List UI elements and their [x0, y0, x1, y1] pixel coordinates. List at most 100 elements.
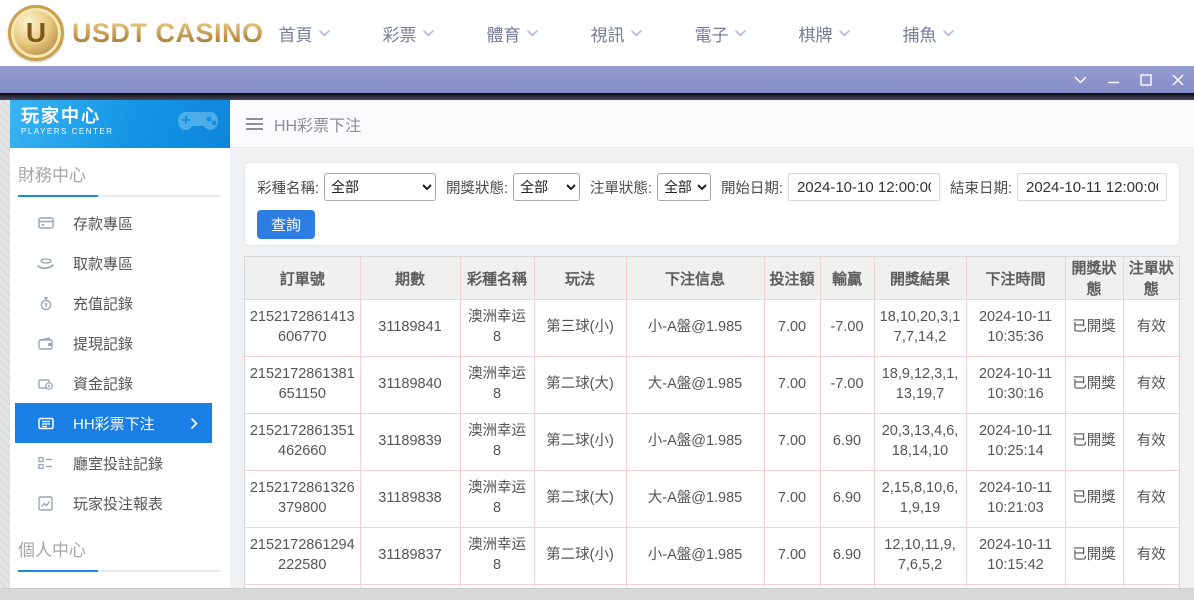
- bets-table: 訂單號 期數 彩種名稱 玩法 下注信息 投注額 輸贏 開獎結果 下注時間 開獎狀態 注單狀態 215…: [245, 257, 1179, 588]
- column-header: 注單狀態: [1122, 257, 1179, 300]
- table-row[interactable]: 2152172861326379800 31189838 澳洲幸运8 第二球(大) 大-…: [245, 470, 1179, 528]
- maximize-button[interactable]: [1140, 73, 1152, 86]
- start-date-input[interactable]: [787, 173, 940, 201]
- end-date-input[interactable]: [1017, 173, 1167, 201]
- table-cell: 第二球(大): [533, 356, 626, 414]
- table-cell: 有效: [1122, 413, 1179, 471]
- sidebar-item-label: 廳室投註記錄: [73, 455, 164, 473]
- table-cell: 2152172861381651150: [245, 356, 360, 414]
- nav-item-5[interactable]: 電子: [668, 21, 772, 46]
- nav-item-4[interactable]: 視訊: [564, 21, 668, 46]
- content-area: 彩種名稱: 全部 開獎狀態: 全部 注單狀態: 全部 開始日期: 結束日期:: [230, 148, 1194, 588]
- column-header: 玩法: [533, 257, 626, 300]
- table-cell: 已開獎: [1064, 470, 1123, 528]
- sidebar-item-label: 取款專區: [73, 255, 134, 273]
- bottom-scroll-strip[interactable]: [0, 588, 1194, 600]
- column-header: 彩種名稱: [459, 257, 534, 300]
- table-cell: 已開獎: [1064, 299, 1123, 357]
- nav-item-label: 捕魚: [902, 25, 937, 45]
- table-row[interactable]: 2152172861413606770 31189841 澳洲幸运8 第三球(小) 小-…: [245, 299, 1179, 357]
- column-header: 開獎狀態: [1064, 257, 1123, 300]
- nav-item-2[interactable]: 彩票: [356, 21, 460, 46]
- logo-coin-icon: U: [8, 5, 64, 61]
- table-cell: 2,15,8,10,6,1,9,19: [873, 470, 966, 528]
- minimize-button[interactable]: [1107, 76, 1120, 84]
- column-header: 期數: [359, 257, 460, 300]
- report-chart-icon: [37, 495, 54, 511]
- nav-item-3[interactable]: 體育: [460, 21, 564, 46]
- sidebar-item-1-7[interactable]: 廳室投註記錄: [10, 443, 230, 483]
- table-cell: 2152172861413606770: [245, 299, 360, 357]
- chevron-down-icon: [734, 29, 746, 37]
- sidebar-item-1-1[interactable]: 存款專區: [10, 203, 230, 243]
- search-button[interactable]: 查詢: [257, 210, 316, 239]
- logo-text: USDT CASINO: [72, 17, 264, 48]
- table-cell: 有效: [1122, 527, 1179, 585]
- table-cell: 7.00: [763, 413, 820, 471]
- sidebar-item-1-2[interactable]: 取款專區: [10, 243, 230, 283]
- chevron-down-icon: [526, 29, 538, 37]
- nav-item-7[interactable]: 捕魚: [876, 21, 980, 46]
- lottery-name-label: 彩種名稱:: [257, 180, 320, 197]
- sidebar-item-1-8[interactable]: 玩家投注報表: [10, 483, 230, 523]
- breadcrumb-bar: HH彩票下注: [230, 100, 1194, 148]
- table-cell: 31189839: [359, 413, 460, 471]
- sidebar-item-1-6[interactable]: HH彩票下注: [15, 403, 212, 443]
- sidebar-item-1-5[interactable]: 資金記錄: [10, 363, 230, 403]
- table-cell: 6.90: [819, 413, 874, 471]
- chevron-down-icon: [630, 29, 642, 37]
- close-button[interactable]: [1172, 74, 1184, 86]
- table-cell: 12,10,11,9,7,6,5,2: [873, 527, 966, 585]
- table-cell: 小-A盤@1.985: [625, 413, 764, 471]
- table-cell: 2152172861294222580: [245, 527, 360, 585]
- table-row[interactable]: 2152172861381651150 31189840 澳洲幸运8 第二球(大) 大-…: [245, 356, 1179, 414]
- order-status-select[interactable]: 全部: [656, 173, 711, 201]
- table-row[interactable]: 2152172861351462660 31189839 澳洲幸运8 第二球(小) 小-…: [245, 413, 1179, 471]
- chevron-down-icon: [318, 29, 330, 37]
- table-cell: 澳洲幸运8: [459, 299, 534, 357]
- funds-bag-icon: [37, 376, 54, 391]
- sidebar-item-1-4[interactable]: 提現記錄: [10, 323, 230, 363]
- order-status-label: 注單狀態:: [589, 180, 652, 197]
- table-cell: 第二球(小): [533, 527, 626, 585]
- wallet-icon: [37, 336, 54, 350]
- table-cell: 已開獎: [1064, 527, 1123, 585]
- nav-item-1[interactable]: 首頁: [252, 21, 356, 46]
- nav-item-6[interactable]: 棋牌: [772, 21, 876, 46]
- table-cell: 有效: [1122, 470, 1179, 528]
- sidebar-item-2-1[interactable]: 消息公告: [10, 578, 230, 588]
- column-header: 下注時間: [965, 257, 1065, 300]
- logo-symbol: U: [25, 17, 47, 48]
- table-header-row: 訂單號 期數 彩種名稱 玩法 下注信息 投注額 輸贏 開獎結果 下注時間 開獎狀態 注單狀態: [245, 257, 1179, 300]
- table-cell: 2152172861326379800: [245, 470, 360, 528]
- sidebar: 玩家中心 PLAYERS CENTER 財務中心 存款專區 取款專區 充值記錄 提現記錄…: [10, 100, 230, 588]
- nav-item-label: 彩票: [382, 25, 417, 45]
- logo[interactable]: U USDT CASINO: [8, 5, 264, 61]
- end-date-label: 結束日期:: [949, 180, 1012, 197]
- nav-item-label: 體育: [486, 25, 521, 45]
- table-cell: 2024-10-11 10:15:42: [965, 527, 1065, 585]
- sidebar-section-title: 個人中心: [18, 541, 86, 560]
- main-panel: HH彩票下注 彩種名稱: 全部 開獎狀態: 全部 注單狀態: 全部 開始日期: …: [230, 100, 1194, 588]
- app-window: 玩家中心 PLAYERS CENTER 財務中心 存款專區 取款專區 充值記錄 提現記錄…: [0, 100, 1194, 588]
- lottery-ticket-icon: [37, 417, 54, 430]
- top-nav-bar: U USDT CASINO 首頁 彩票 體育 視訊 電子 棋牌 捕魚: [0, 0, 1194, 66]
- nav-item-label: 棋牌: [798, 25, 833, 45]
- titlebar-shadow-strip: [0, 93, 1194, 100]
- table-cell: 7.00: [763, 527, 820, 585]
- chevron-down-icon[interactable]: [1074, 76, 1087, 84]
- draw-status-select[interactable]: 全部: [513, 173, 580, 201]
- lottery-name-select[interactable]: 全部: [324, 173, 437, 201]
- hamburger-menu-icon[interactable]: [246, 117, 263, 130]
- table-cell: 已開獎: [1064, 356, 1123, 414]
- table-row[interactable]: 2152172861294222580 31189837 澳洲幸运8 第二球(小) 小-…: [245, 527, 1179, 585]
- sidebar-section-title: 財務中心: [18, 166, 86, 185]
- table-cell: 2024-10-11 10:35:36: [965, 299, 1065, 357]
- sidebar-item-1-3[interactable]: 充值記錄: [10, 283, 230, 323]
- main-nav: 首頁 彩票 體育 視訊 電子 棋牌 捕魚: [252, 0, 980, 66]
- withdraw-hand-icon: [37, 257, 54, 270]
- table-cell: 2024-10-11 10:30:16: [965, 356, 1065, 414]
- table-cell: 有效: [1122, 299, 1179, 357]
- page-title: HH彩票下注: [274, 117, 362, 135]
- table-cell: -7.00: [819, 299, 874, 357]
